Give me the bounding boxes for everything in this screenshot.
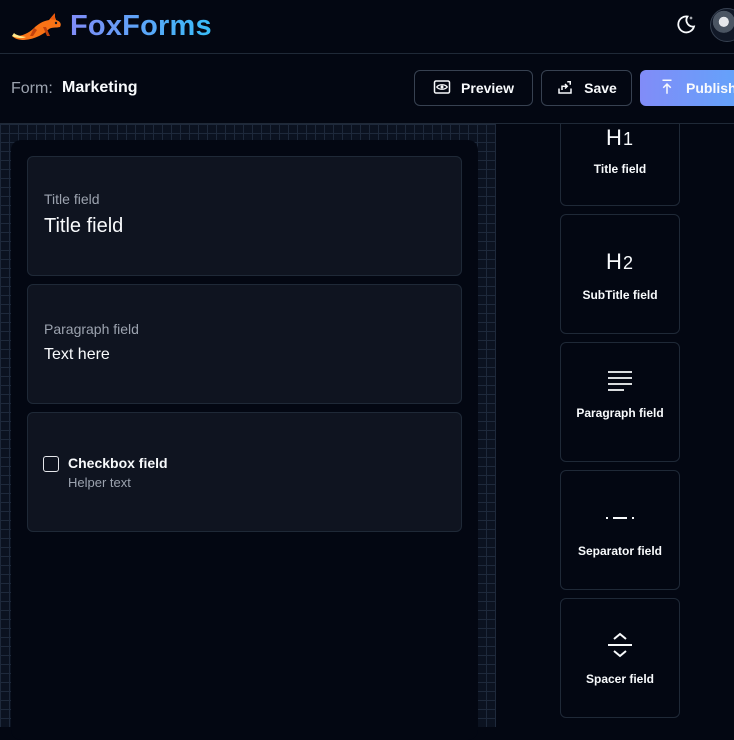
avatar[interactable] xyxy=(710,8,734,42)
sidebar-item-label: Separator field xyxy=(577,544,663,558)
sidebar-item-label: Title field xyxy=(593,162,647,176)
brand-name: FoxForms xyxy=(70,10,212,42)
sidebar-item-label: Spacer field xyxy=(585,672,655,686)
fox-logo-icon xyxy=(10,6,64,47)
heading-1-icon: H1 xyxy=(606,125,634,150)
form-name: Marketing xyxy=(62,79,138,96)
sidebar-item-label: Paragraph field xyxy=(576,406,664,420)
title-field-card[interactable]: Title field Title field xyxy=(27,156,462,276)
title-field-value: Title field xyxy=(44,215,124,237)
designer-canvas[interactable]: Title field Title field Paragraph field … xyxy=(0,124,496,740)
paragraph-field-value: Text here xyxy=(44,346,110,363)
preview-button[interactable]: Preview xyxy=(414,70,533,106)
paragraph-field-card[interactable]: Paragraph field Text here xyxy=(27,284,462,404)
form-toolbar: Form: Marketing Preview Save Publish xyxy=(0,54,734,124)
sidebar-item-spacer-field[interactable]: Spacer field xyxy=(560,598,680,718)
title-field-label: Title field xyxy=(44,191,100,207)
sidebar-item-label: SubTitle field xyxy=(582,288,658,302)
checkbox-helper-text: Helper text xyxy=(68,475,131,490)
checkbox[interactable] xyxy=(43,456,59,472)
publish-button-label: Publish xyxy=(686,80,734,96)
brand[interactable]: FoxForms xyxy=(10,6,212,47)
form-label: Form: xyxy=(11,80,53,97)
sidebar-item-subtitle-field[interactable]: H2 SubTitle field xyxy=(560,214,680,334)
sidebar-item-separator-field[interactable]: Separator field xyxy=(560,470,680,590)
separator-icon xyxy=(561,509,679,527)
top-navbar: FoxForms xyxy=(0,0,734,54)
save-button[interactable]: Save xyxy=(541,70,632,106)
heading-2-icon: H2 xyxy=(606,249,634,274)
preview-button-label: Preview xyxy=(461,80,514,96)
paragraph-field-label: Paragraph field xyxy=(44,321,139,337)
elements-sidebar: H1 Title field H2 SubTitle field Paragra… xyxy=(496,124,734,727)
save-button-label: Save xyxy=(584,80,617,96)
moon-icon[interactable] xyxy=(674,12,698,36)
sidebar-item-title-field[interactable]: H1 Title field xyxy=(560,124,680,206)
spacer-icon xyxy=(561,631,679,664)
checkbox-field-label: Checkbox field xyxy=(68,455,168,471)
save-icon xyxy=(556,78,574,99)
publish-button[interactable]: Publish xyxy=(640,70,734,106)
sidebar-item-paragraph-field[interactable]: Paragraph field xyxy=(560,342,680,462)
form-drop-area[interactable]: Title field Title field Paragraph field … xyxy=(11,140,478,740)
text-lines-icon xyxy=(561,369,679,398)
checkbox-field-card[interactable]: Checkbox field Helper text xyxy=(27,412,462,532)
upload-icon xyxy=(658,78,676,99)
eye-icon xyxy=(433,78,451,99)
